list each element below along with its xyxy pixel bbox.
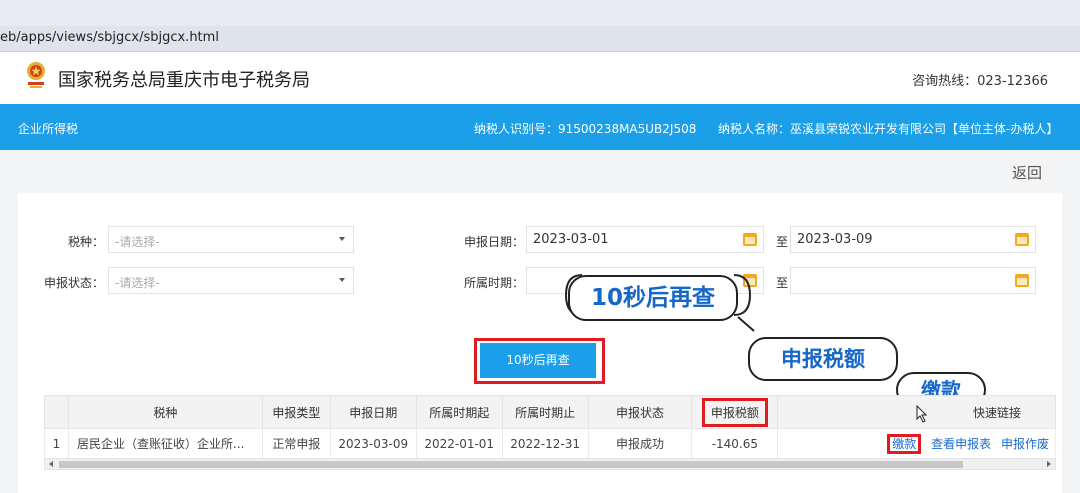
chevron-down-icon	[339, 278, 345, 282]
column-header: 申报日期	[329, 395, 417, 429]
decl-status-select[interactable]: -请选择-	[108, 267, 354, 294]
view-return-link[interactable]: 查看申报表	[931, 437, 991, 451]
column-header: 税种	[67, 395, 263, 429]
period-to-input[interactable]	[790, 267, 1036, 294]
calendar-icon[interactable]	[1015, 274, 1029, 287]
column-header: 申报状态	[587, 395, 693, 429]
scrollbar-thumb[interactable]	[59, 461, 963, 468]
cell-quick-links: 缴款 查看申报表 申报作废	[777, 428, 1056, 459]
cell-period-start: 2022-01-01	[415, 428, 503, 459]
table-row[interactable]: 1 居民企业（查账征收）企业所... 正常申报 2023-03-09 2022-…	[44, 428, 1056, 459]
cell-amount: -140.65	[691, 428, 779, 459]
period-label: 所属时期：	[464, 276, 525, 290]
hotline-text: 咨询热线：023-12366	[912, 74, 1048, 89]
decl-date-from-input[interactable]: 2023-03-01	[526, 226, 764, 253]
tax-type-select[interactable]: -请选择-	[108, 226, 354, 253]
tax-type-label: 税种：	[68, 235, 105, 249]
column-header: 申报税额	[691, 395, 779, 429]
tax-type-placeholder: -请选择-	[115, 235, 160, 249]
decl-status-label: 申报状态：	[44, 276, 105, 290]
module-title: 企业所得税	[18, 122, 79, 136]
pay-link[interactable]: 缴款	[887, 434, 922, 454]
column-header: 申报类型	[261, 395, 331, 429]
national-emblem-icon	[27, 62, 45, 88]
taxpayer-id: 纳税人识别号：91500238MA5UB2J508	[474, 122, 697, 136]
site-title: 国家税务总局重庆市电子税务局	[58, 70, 310, 91]
calendar-icon[interactable]	[1015, 233, 1029, 246]
calendar-icon[interactable]	[743, 233, 757, 246]
browser-address-bar: eb/apps/views/sbjgcx/sbjgcx.html	[0, 0, 1080, 52]
site-header: 国家税务总局重庆市电子税务局 咨询热线：023-12366	[0, 52, 1080, 104]
decl-status-placeholder: -请选择-	[115, 276, 160, 290]
table-header-row: 税种 申报类型 申报日期 所属时期起 所属时期止 申报状态 申报税额 快速链接	[44, 395, 1056, 429]
horizontal-scrollbar[interactable]	[44, 458, 1056, 470]
decl-date-label: 申报日期：	[464, 235, 525, 249]
cell-status: 申报成功	[587, 428, 693, 459]
scroll-right-icon[interactable]	[1047, 461, 1051, 467]
browser-tab-strip	[0, 0, 1080, 26]
column-header: 所属时期止	[501, 395, 589, 429]
module-bar: 企业所得税 纳税人识别号：91500238MA5UB2J508 纳税人名称：巫溪…	[0, 104, 1080, 150]
cell-decl-date: 2023-03-09	[329, 428, 417, 459]
tax-amount-header: 申报税额	[701, 397, 768, 427]
column-header	[44, 395, 69, 429]
column-header: 所属时期起	[415, 395, 503, 429]
period-to-label: 至	[776, 276, 789, 290]
scroll-left-icon[interactable]	[49, 461, 53, 467]
url-text[interactable]: eb/apps/views/sbjgcx/sbjgcx.html	[0, 30, 219, 45]
requery-callout: 10秒后再查	[568, 275, 738, 321]
back-link[interactable]: 返回	[1012, 162, 1042, 183]
taxpayer-name: 纳税人名称：巫溪县荣锐农业开发有限公司【单位主体-办税人】	[718, 122, 1059, 136]
query-panel: 税种： -请选择- 申报日期： 2023-03-01 至 2023-03-09 …	[18, 193, 1062, 493]
cell-period-end: 2022-12-31	[501, 428, 589, 459]
page: eb/apps/views/sbjgcx/sbjgcx.html 国家税务总局重…	[0, 0, 1080, 493]
cell-decl-type: 正常申报	[261, 428, 331, 459]
decl-date-from-value: 2023-03-01	[533, 232, 609, 247]
results-table: 税种 申报类型 申报日期 所属时期起 所属时期止 申报状态 申报税额 快速链接 …	[44, 395, 1056, 459]
void-return-link[interactable]: 申报作废	[1001, 437, 1049, 451]
requery-button[interactable]: 10秒后再查	[480, 343, 596, 378]
decl-date-to-input[interactable]: 2023-03-09	[790, 226, 1036, 253]
row-index: 1	[44, 428, 69, 459]
decl-date-to-value: 2023-03-09	[797, 232, 873, 247]
date-to-label: 至	[776, 235, 789, 249]
mouse-cursor-icon	[916, 405, 928, 423]
chevron-down-icon	[339, 237, 345, 241]
cell-tax-type: 居民企业（查账征收）企业所...	[67, 428, 263, 459]
tax-amount-callout: 申报税额	[748, 337, 898, 381]
